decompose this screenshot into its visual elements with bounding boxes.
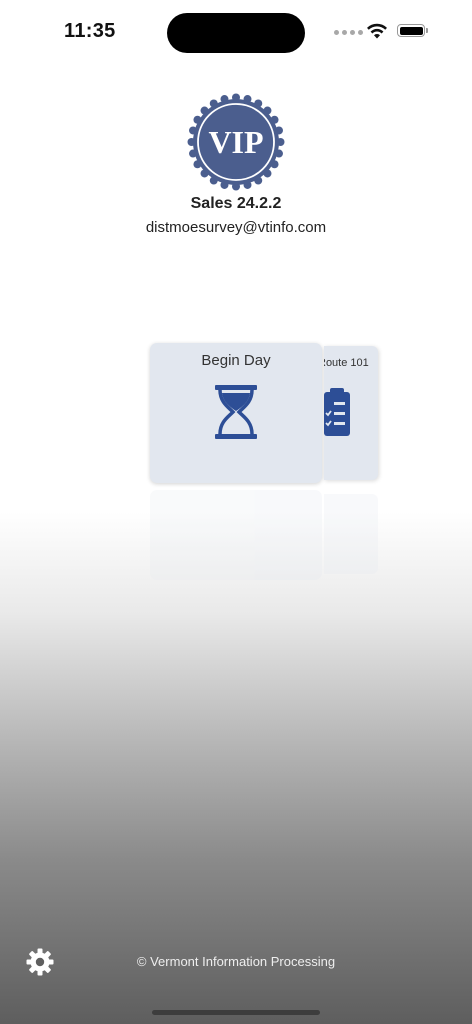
cellular-signal-icon bbox=[334, 30, 363, 35]
vip-logo: VIP bbox=[187, 93, 285, 191]
carousel-reflection bbox=[0, 490, 472, 600]
battery-icon bbox=[397, 24, 428, 37]
logo-text: VIP bbox=[208, 124, 263, 160]
clipboard-checklist-icon bbox=[324, 388, 350, 436]
route-101-card[interactable]: Route 101 bbox=[324, 346, 378, 480]
begin-day-card[interactable]: Begin Day bbox=[150, 343, 322, 483]
user-email: distmoesurvey@vtinfo.com bbox=[145, 219, 327, 236]
status-bar: 11:35 bbox=[0, 0, 472, 60]
route-101-label: Route 101 bbox=[324, 357, 369, 369]
app-version: Sales 24.2.2 bbox=[190, 195, 282, 212]
begin-day-label: Begin Day bbox=[201, 352, 271, 369]
home-indicator bbox=[152, 1010, 320, 1015]
wifi-icon bbox=[367, 23, 387, 39]
dynamic-island bbox=[167, 13, 305, 53]
hourglass-icon bbox=[215, 385, 257, 439]
status-time: 11:35 bbox=[64, 20, 116, 42]
copyright-text: © Vermont Information Processing bbox=[136, 954, 336, 969]
